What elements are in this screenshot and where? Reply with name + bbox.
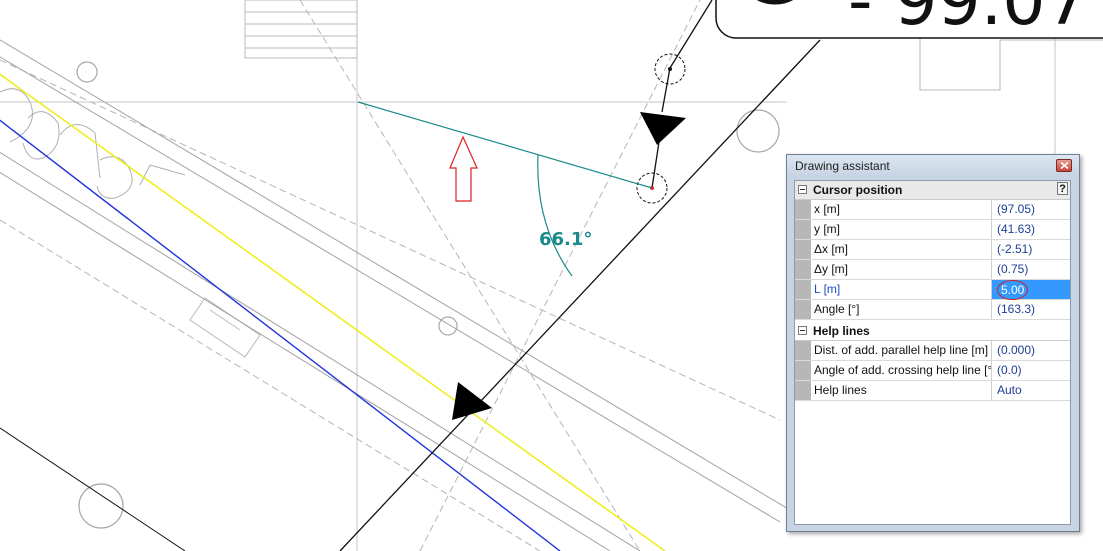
property-value[interactable]: (-2.51) (992, 240, 1070, 259)
property-row-x[interactable]: x [m] (97.05) (795, 200, 1070, 220)
teal-construction-line (357, 101, 653, 277)
direction-arrow-upper-icon (640, 112, 686, 145)
elevation-label: - 99.07 (848, 0, 1089, 41)
drawing-assistant-window[interactable]: Drawing assistant Cursor position ? x [m… (786, 154, 1080, 532)
drawn-line (339, 0, 821, 551)
property-row-length[interactable]: L [m] 5.00 (795, 280, 1070, 300)
angle-label: 66.1° (539, 229, 592, 250)
property-name: Δy [m] (811, 260, 992, 279)
property-row-y[interactable]: y [m] (41.63) (795, 220, 1070, 240)
length-input[interactable]: 5.00 (997, 280, 1029, 300)
category-label: Help lines (813, 324, 870, 338)
collapse-icon[interactable] (798, 326, 807, 335)
length-value-field[interactable]: 5.00 (992, 280, 1070, 300)
assistant-title: Drawing assistant (795, 159, 890, 173)
collapse-icon[interactable] (798, 185, 807, 194)
property-name: Angle of add. crossing help line [°] (811, 361, 992, 380)
property-value[interactable]: (97.05) (992, 200, 1070, 219)
property-grid: Cursor position ? x [m] (97.05) y [m] (4… (794, 180, 1071, 525)
property-value[interactable]: (0.0) (992, 361, 1070, 380)
road-yellow-line (0, 73, 666, 551)
category-help-lines[interactable]: Help lines (795, 322, 1070, 341)
category-cursor-position[interactable]: Cursor position ? (795, 181, 1070, 200)
close-button[interactable] (1056, 159, 1072, 172)
property-row-help-lines[interactable]: Help lines Auto (795, 381, 1070, 401)
property-name: L [m] (811, 280, 992, 299)
street-name-lettering (0, 88, 186, 199)
close-icon (1059, 162, 1069, 169)
black-boundary-line (0, 427, 186, 551)
property-name: Δx [m] (811, 240, 992, 259)
property-name: Help lines (811, 381, 992, 400)
assistant-titlebar[interactable]: Drawing assistant (787, 155, 1079, 177)
help-icon[interactable]: ? (1057, 182, 1068, 195)
property-row-delta-y[interactable]: Δy [m] (0.75) (795, 260, 1070, 280)
property-value[interactable]: Auto (992, 381, 1070, 400)
property-value[interactable]: (0.75) (992, 260, 1070, 279)
property-row-crossing-angle[interactable]: Angle of add. crossing help line [°] (0.… (795, 361, 1070, 381)
property-row-parallel-distance[interactable]: Dist. of add. parallel help line [m] (0.… (795, 341, 1070, 361)
category-label: Cursor position (813, 183, 903, 197)
property-row-angle[interactable]: Angle [°] (163.3) (795, 300, 1070, 320)
property-name: y [m] (811, 220, 992, 239)
property-name: Angle [°] (811, 300, 992, 319)
property-name: x [m] (811, 200, 992, 219)
property-value[interactable]: (0.000) (992, 341, 1070, 360)
property-row-delta-x[interactable]: Δx [m] (-2.51) (795, 240, 1070, 260)
road-edge-lines (0, 39, 791, 551)
direction-arrow-lower-icon (452, 382, 492, 420)
property-value[interactable]: (41.63) (992, 220, 1070, 239)
property-name: Dist. of add. parallel help line [m] (811, 341, 992, 360)
elevation-label-box: - 99.07 (715, 0, 1103, 41)
property-value[interactable]: (163.3) (992, 300, 1070, 319)
red-up-arrow-icon (449, 135, 478, 202)
